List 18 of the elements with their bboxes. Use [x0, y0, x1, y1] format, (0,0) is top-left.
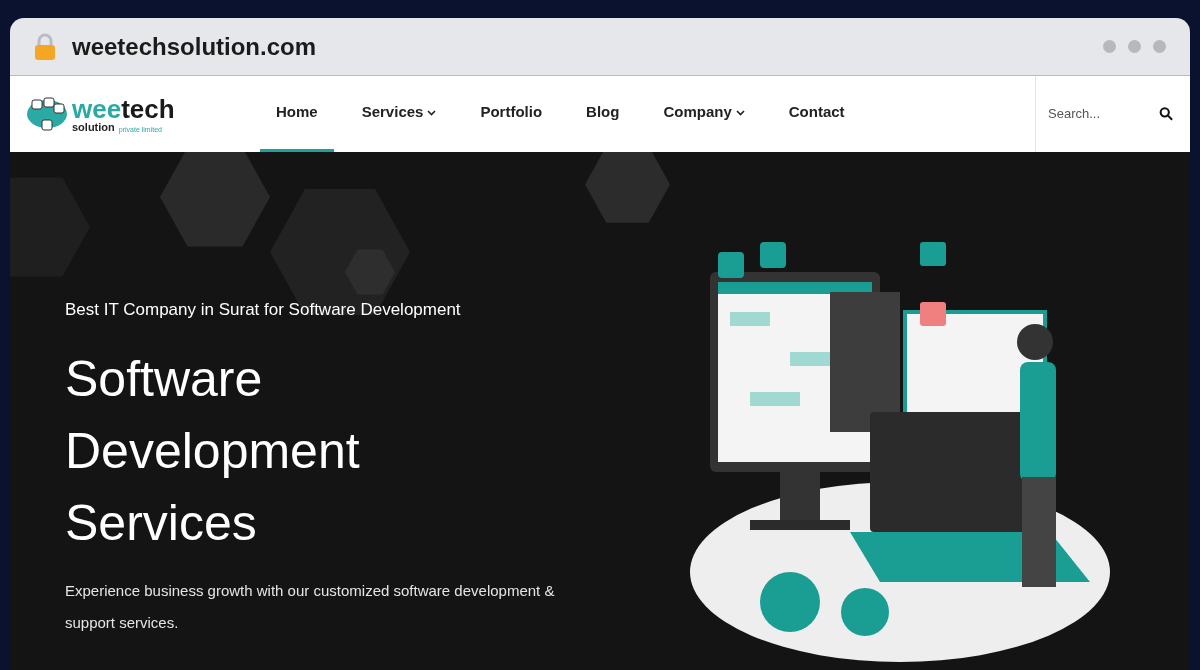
- nav-link[interactable]: Company: [647, 76, 761, 152]
- search-icon[interactable]: [1159, 105, 1174, 123]
- logo-tagline: solution: [72, 121, 115, 133]
- caret-icon: [735, 109, 745, 116]
- lock-icon: [34, 32, 56, 61]
- hero-description: Experience business growth with our customized software development & support services.: [65, 580, 556, 633]
- nav-link[interactable]: Services: [345, 76, 453, 152]
- hero-eyebrow: Best IT Company in Surat for Software Development: [65, 299, 462, 321]
- logo-brand-second: tech: [121, 95, 175, 122]
- logo-brand-first: wee: [72, 95, 122, 122]
- search-field[interactable]: Search...: [1048, 104, 1152, 124]
- url-text[interactable]: weetechsolution.com: [72, 28, 317, 65]
- nav-link[interactable]: Blog: [570, 76, 636, 152]
- caret-icon: [427, 109, 437, 116]
- hero-title: Software Development Services: [65, 349, 361, 553]
- logo-icon: [26, 96, 68, 132]
- nav-link[interactable]: Contact: [772, 76, 861, 152]
- nav-link[interactable]: Portfolio: [464, 76, 559, 152]
